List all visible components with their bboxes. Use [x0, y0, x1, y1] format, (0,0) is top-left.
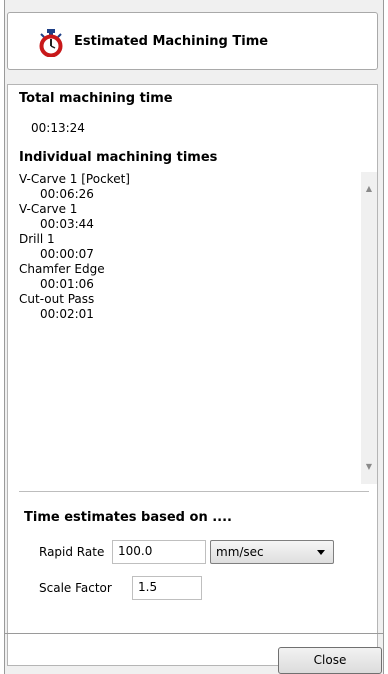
toolpath-name: V-Carve 1 — [19, 202, 78, 216]
toolpath-name: V-Carve 1 [Pocket] — [19, 172, 130, 186]
list-scrollbar[interactable]: ▲ ▼ — [361, 172, 377, 484]
rapid-rate-label: Rapid Rate — [39, 545, 105, 559]
toolpath-name: Drill 1 — [19, 232, 55, 246]
scale-factor-label: Scale Factor — [39, 581, 112, 595]
total-machining-time-label: Total machining time — [19, 91, 173, 106]
scroll-up-icon[interactable]: ▲ — [364, 184, 374, 193]
toolpath-time: 00:06:26 — [40, 187, 94, 201]
scroll-down-icon[interactable]: ▼ — [364, 462, 374, 471]
individual-times-label: Individual machining times — [19, 150, 218, 165]
list-item: Chamfer Edge 00:01:06 — [19, 262, 359, 292]
individual-times-list[interactable]: V-Carve 1 [Pocket] 00:06:26 V-Carve 1 00… — [19, 172, 359, 472]
time-estimates-label: Time estimates based on .... — [24, 510, 232, 525]
toolpath-time: 00:03:44 — [40, 217, 94, 231]
panel-header: Estimated Machining Time — [7, 12, 378, 70]
rapid-rate-input[interactable]: 100.0 — [112, 540, 206, 564]
chevron-down-icon — [317, 550, 325, 555]
panel-title: Estimated Machining Time — [74, 34, 269, 49]
toolpath-time: 00:00:07 — [40, 247, 94, 261]
rapid-rate-unit-value: mm/sec — [216, 545, 264, 559]
toolpath-time: 00:01:06 — [40, 277, 94, 291]
stopwatch-icon — [39, 29, 63, 57]
scale-factor-input[interactable]: 1.5 — [132, 576, 202, 600]
toolpath-name: Chamfer Edge — [19, 262, 105, 276]
toolpath-name: Cut-out Pass — [19, 292, 95, 306]
total-machining-time-value: 00:13:24 — [31, 121, 85, 135]
rapid-rate-unit-select[interactable]: mm/sec — [210, 540, 334, 564]
list-item: V-Carve 1 00:03:44 — [19, 202, 359, 232]
close-button[interactable]: Close — [278, 647, 382, 674]
list-item: Cut-out Pass 00:02:01 — [19, 292, 359, 322]
toolpath-time: 00:02:01 — [40, 307, 94, 321]
footer-divider — [4, 633, 384, 634]
list-item: Drill 1 00:00:07 — [19, 232, 359, 262]
section-divider — [19, 491, 369, 492]
list-item: V-Carve 1 [Pocket] 00:06:26 — [19, 172, 359, 202]
